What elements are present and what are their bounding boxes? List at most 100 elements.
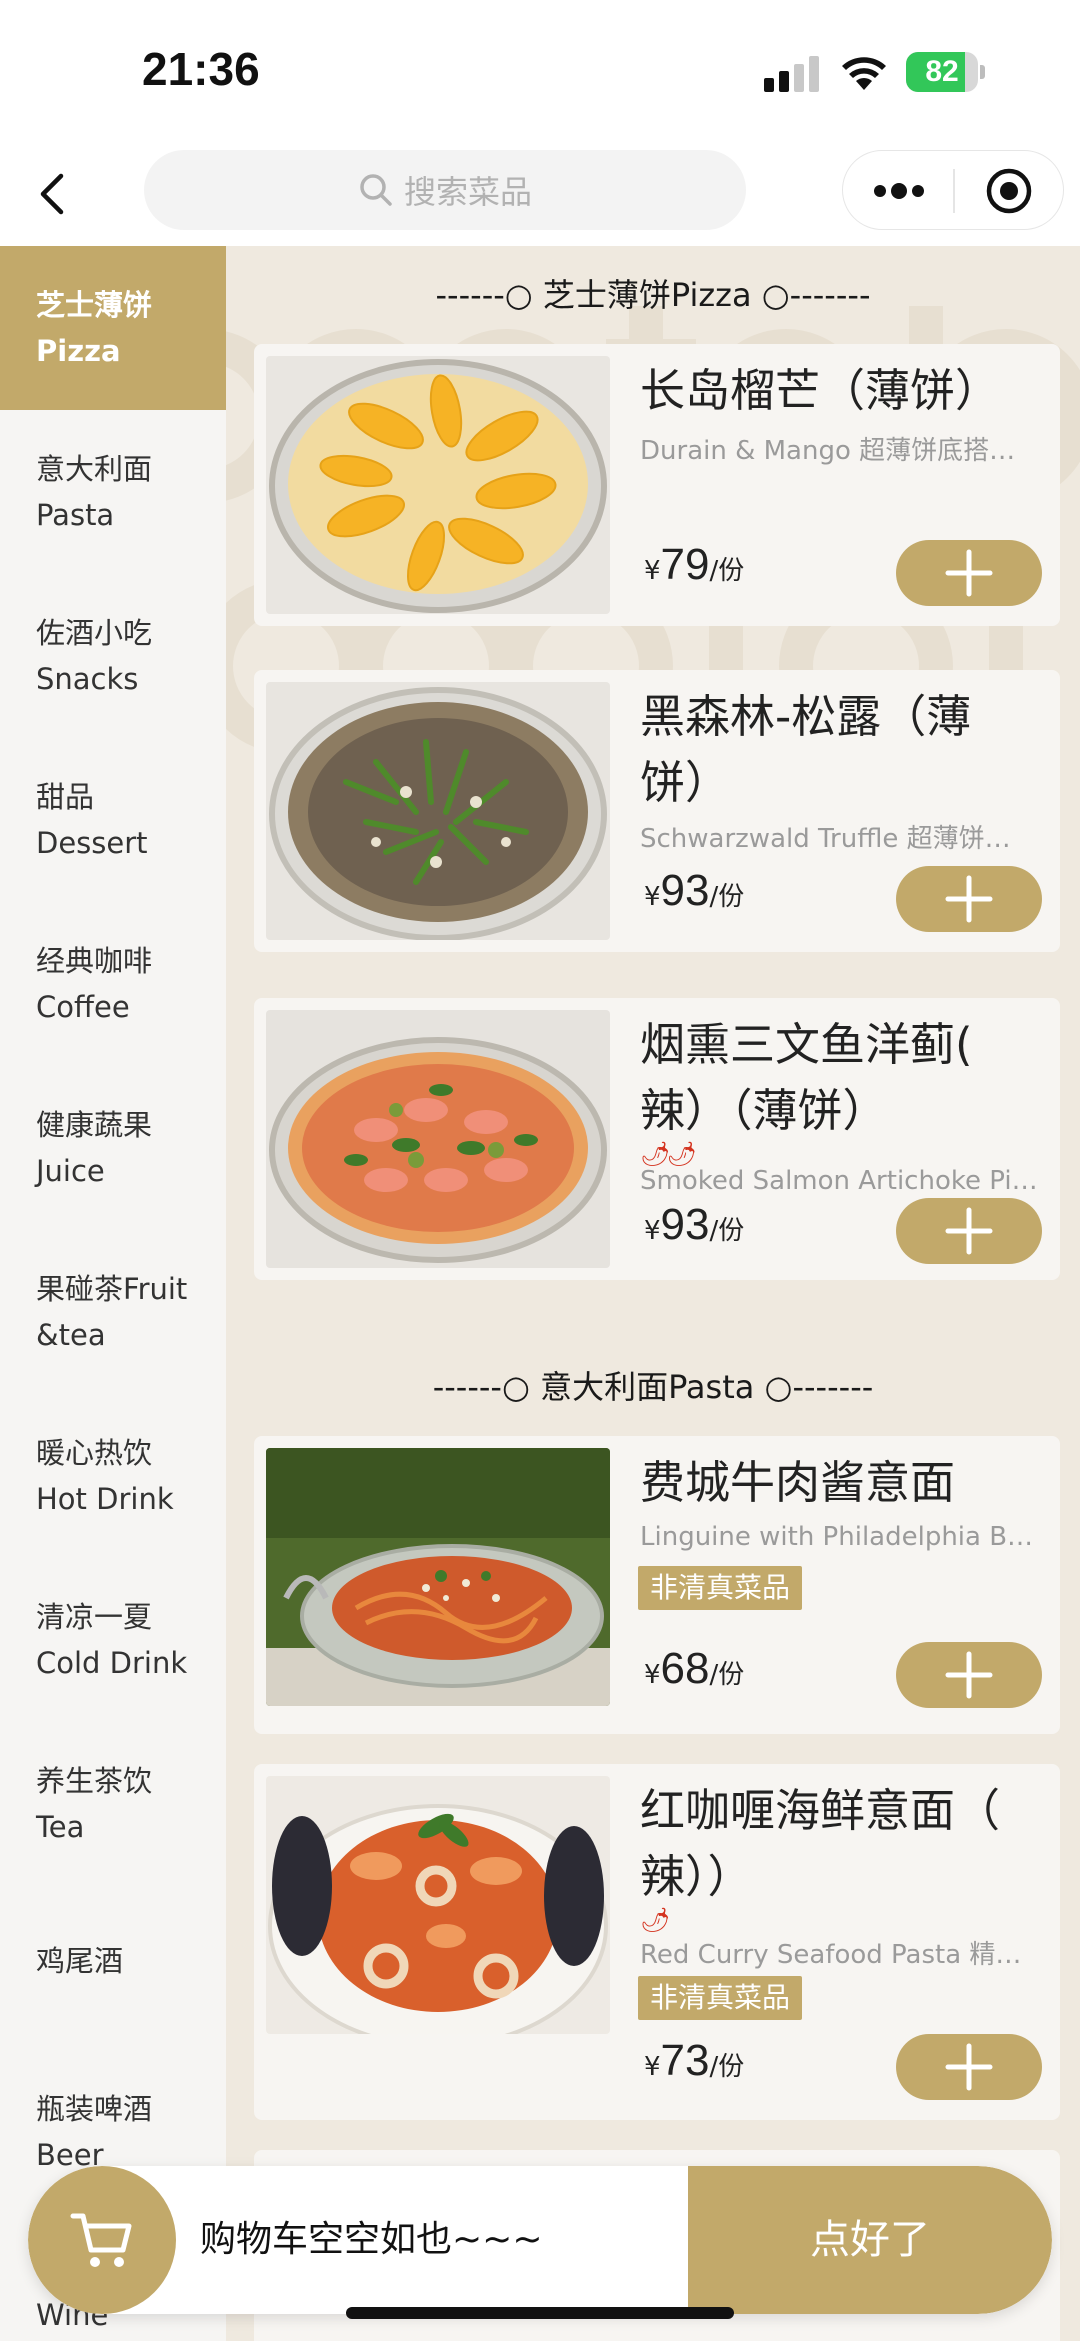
salmon-pizza-image [266, 1010, 610, 1268]
price-unit: /份 [709, 1216, 745, 1246]
sidebar-item-coffee[interactable]: 经典咖啡 Coffee [0, 902, 226, 1066]
status-time: 21:36 [142, 43, 260, 95]
dish-description: Durain & Mango 超薄饼底搭… [640, 436, 1016, 466]
dish-price: ¥68/份 [644, 1644, 744, 1694]
sidebar-item-label-en: Pizza [36, 334, 121, 368]
dish-name-line: 辣）） [640, 1850, 753, 1903]
dish-name-line: 费城牛肉酱意面 [640, 1456, 956, 1509]
dish-name-line: 辣）（薄饼） [640, 1084, 888, 1137]
sidebar-item-pizza[interactable]: 芝士薄饼 Pizza [0, 246, 226, 410]
price-value: 68 [660, 1644, 710, 1693]
search-icon [360, 174, 392, 206]
plus-icon [945, 1207, 993, 1255]
price-value: 93 [660, 1200, 710, 1249]
sidebar-item-snacks[interactable]: 佐酒小吃 Snacks [0, 574, 226, 738]
cart-button[interactable] [28, 2166, 176, 2314]
cellular-signal-icon [764, 56, 819, 92]
sidebar-item-label: 果碰茶Fruit [36, 1272, 188, 1306]
spicy-level-icon: 🌶🌶 [640, 1140, 697, 1168]
price-unit: /份 [709, 556, 745, 586]
sidebar-item-label: 清凉一夏 [36, 1600, 153, 1634]
sidebar-item-label: 暖心热饮 [36, 1436, 153, 1470]
sidebar-item-tea[interactable]: 养生茶饮 Tea [0, 1722, 226, 1886]
dish-image [266, 1448, 610, 1706]
section-header-pasta: ------○ 意大利面Pasta ○------- [432, 1368, 874, 1406]
sidebar-item-label-en: Hot Drink [36, 1482, 174, 1516]
sidebar-item-label: 鸡尾酒 [36, 1944, 124, 1978]
sidebar-item-pasta[interactable]: 意大利面 Pasta [0, 410, 226, 574]
back-button[interactable] [22, 164, 82, 224]
sidebar-item-label: 佐酒小吃 [36, 616, 153, 650]
dish-image [266, 1010, 610, 1268]
dish-image [266, 682, 610, 940]
sidebar-item-label: 瓶装啤酒 [36, 2092, 153, 2126]
dish-image [266, 356, 610, 614]
price-currency: ¥ [644, 882, 661, 912]
dish-list[interactable]: ------○ 芝士薄饼Pizza ○------- 长岛榴芒（薄饼） Dura… [226, 246, 1080, 2341]
sidebar-item-label-en: Snacks [36, 662, 139, 696]
dish-price: ¥93/份 [644, 866, 744, 916]
spicy-level-icon: 🌶 [640, 1906, 671, 1934]
wifi-icon [842, 57, 886, 90]
sidebar-item-label-en: Dessert [36, 826, 148, 860]
home-indicator [346, 2307, 734, 2319]
dish-name-line: 长岛榴芒（薄饼） [640, 364, 1001, 417]
more-dots-icon [874, 183, 924, 199]
non-halal-badge: 非清真菜品 [638, 1566, 803, 1610]
sidebar-item-hot-drink[interactable]: 暖心热饮 Hot Drink [0, 1394, 226, 1558]
dish-price: ¥93/份 [644, 1200, 744, 1250]
sidebar-item-label: 经典咖啡 [36, 944, 153, 978]
sidebar-item-label: 养生茶饮 [36, 1764, 153, 1798]
category-sidebar: 芝士薄饼 Pizza 意大利面 Pasta 佐酒小吃 Snacks 甜品 Des… [0, 246, 226, 2341]
price-currency: ¥ [644, 1216, 661, 1246]
dish-name: 红咖喱海鲜意面（ 辣）） [640, 1778, 1040, 1910]
sidebar-item-dessert[interactable]: 甜品 Dessert [0, 738, 226, 902]
dish-name: 长岛榴芒（薄饼） [640, 358, 1040, 424]
beef-pasta-image [266, 1448, 610, 1706]
add-to-cart-button[interactable] [896, 540, 1042, 606]
dish-card[interactable]: 红咖喱海鲜意面（ 辣）） 🌶 Red Curry Seafood Pasta 精… [254, 1764, 1060, 2120]
mango-pizza-image [266, 356, 610, 614]
sidebar-item-label: 甜品 [36, 780, 95, 814]
add-to-cart-button[interactable] [896, 1198, 1042, 1264]
sidebar-item-label-en: Pasta [36, 498, 115, 532]
status-bar: 21:36 82 [0, 0, 1080, 140]
sidebar-item-label: 芝士薄饼 [36, 288, 153, 322]
sidebar-item-label-en: Coffee [36, 990, 130, 1024]
sidebar-item-cold-drink[interactable]: 清凉一夏 Cold Drink [0, 1558, 226, 1722]
plus-icon [945, 2043, 993, 2091]
cart-empty-text: 购物车空空如也~~~ [200, 2219, 543, 2260]
dish-card[interactable]: 烟熏三文鱼洋蓟( 辣）（薄饼） 🌶🌶 Smoked Salmon Articho… [254, 998, 1060, 1280]
search-placeholder: 搜索菜品 [403, 173, 532, 211]
price-value: 93 [660, 866, 710, 915]
price-unit: /份 [709, 882, 745, 912]
dish-card[interactable]: 费城牛肉酱意面 Linguine with Philadelphia B… 非清… [254, 1436, 1060, 1734]
price-unit: /份 [709, 1660, 745, 1690]
dish-card[interactable]: 黑森林-松露（薄 饼） Schwarzwald Truffle 超薄饼… ¥93… [254, 670, 1060, 952]
sidebar-item-label: 意大利面 [36, 452, 153, 486]
add-to-cart-button[interactable] [896, 1642, 1042, 1708]
cart-bar: 购物车空空如也~~~ 点好了 [28, 2166, 1052, 2314]
price-currency: ¥ [644, 1660, 661, 1690]
price-value: 79 [660, 540, 710, 589]
dish-name: 烟熏三文鱼洋蓟( 辣）（薄饼） [640, 1012, 1040, 1144]
dish-name-line: 红咖喱海鲜意面（ [640, 1784, 1001, 1837]
sidebar-item-label-en: &tea [36, 1318, 106, 1352]
sidebar-item-juice[interactable]: 健康蔬果 Juice [0, 1066, 226, 1230]
dish-price: ¥79/份 [644, 540, 744, 590]
nav-bar: 搜索菜品 [0, 140, 1080, 246]
dish-description: Red Curry Seafood Pasta 精… [640, 1940, 1022, 1970]
dish-name: 费城牛肉酱意面 [640, 1450, 1040, 1516]
add-to-cart-button[interactable] [896, 2034, 1042, 2100]
chevron-left-icon [40, 173, 64, 215]
search-input[interactable]: 搜索菜品 [144, 150, 746, 230]
sidebar-item-fruit-tea[interactable]: 果碰茶Fruit &tea [0, 1230, 226, 1394]
capsule-divider [953, 169, 955, 213]
add-to-cart-button[interactable] [896, 866, 1042, 932]
more-menu-button[interactable] [869, 171, 929, 211]
dish-card[interactable]: 长岛榴芒（薄饼） Durain & Mango 超薄饼底搭… ¥79/份 [254, 344, 1060, 626]
sidebar-item-cocktail[interactable]: 鸡尾酒 [0, 1886, 226, 2050]
close-target-icon[interactable] [985, 167, 1033, 215]
checkout-button[interactable]: 点好了 [688, 2166, 1052, 2314]
price-currency: ¥ [644, 2052, 661, 2082]
